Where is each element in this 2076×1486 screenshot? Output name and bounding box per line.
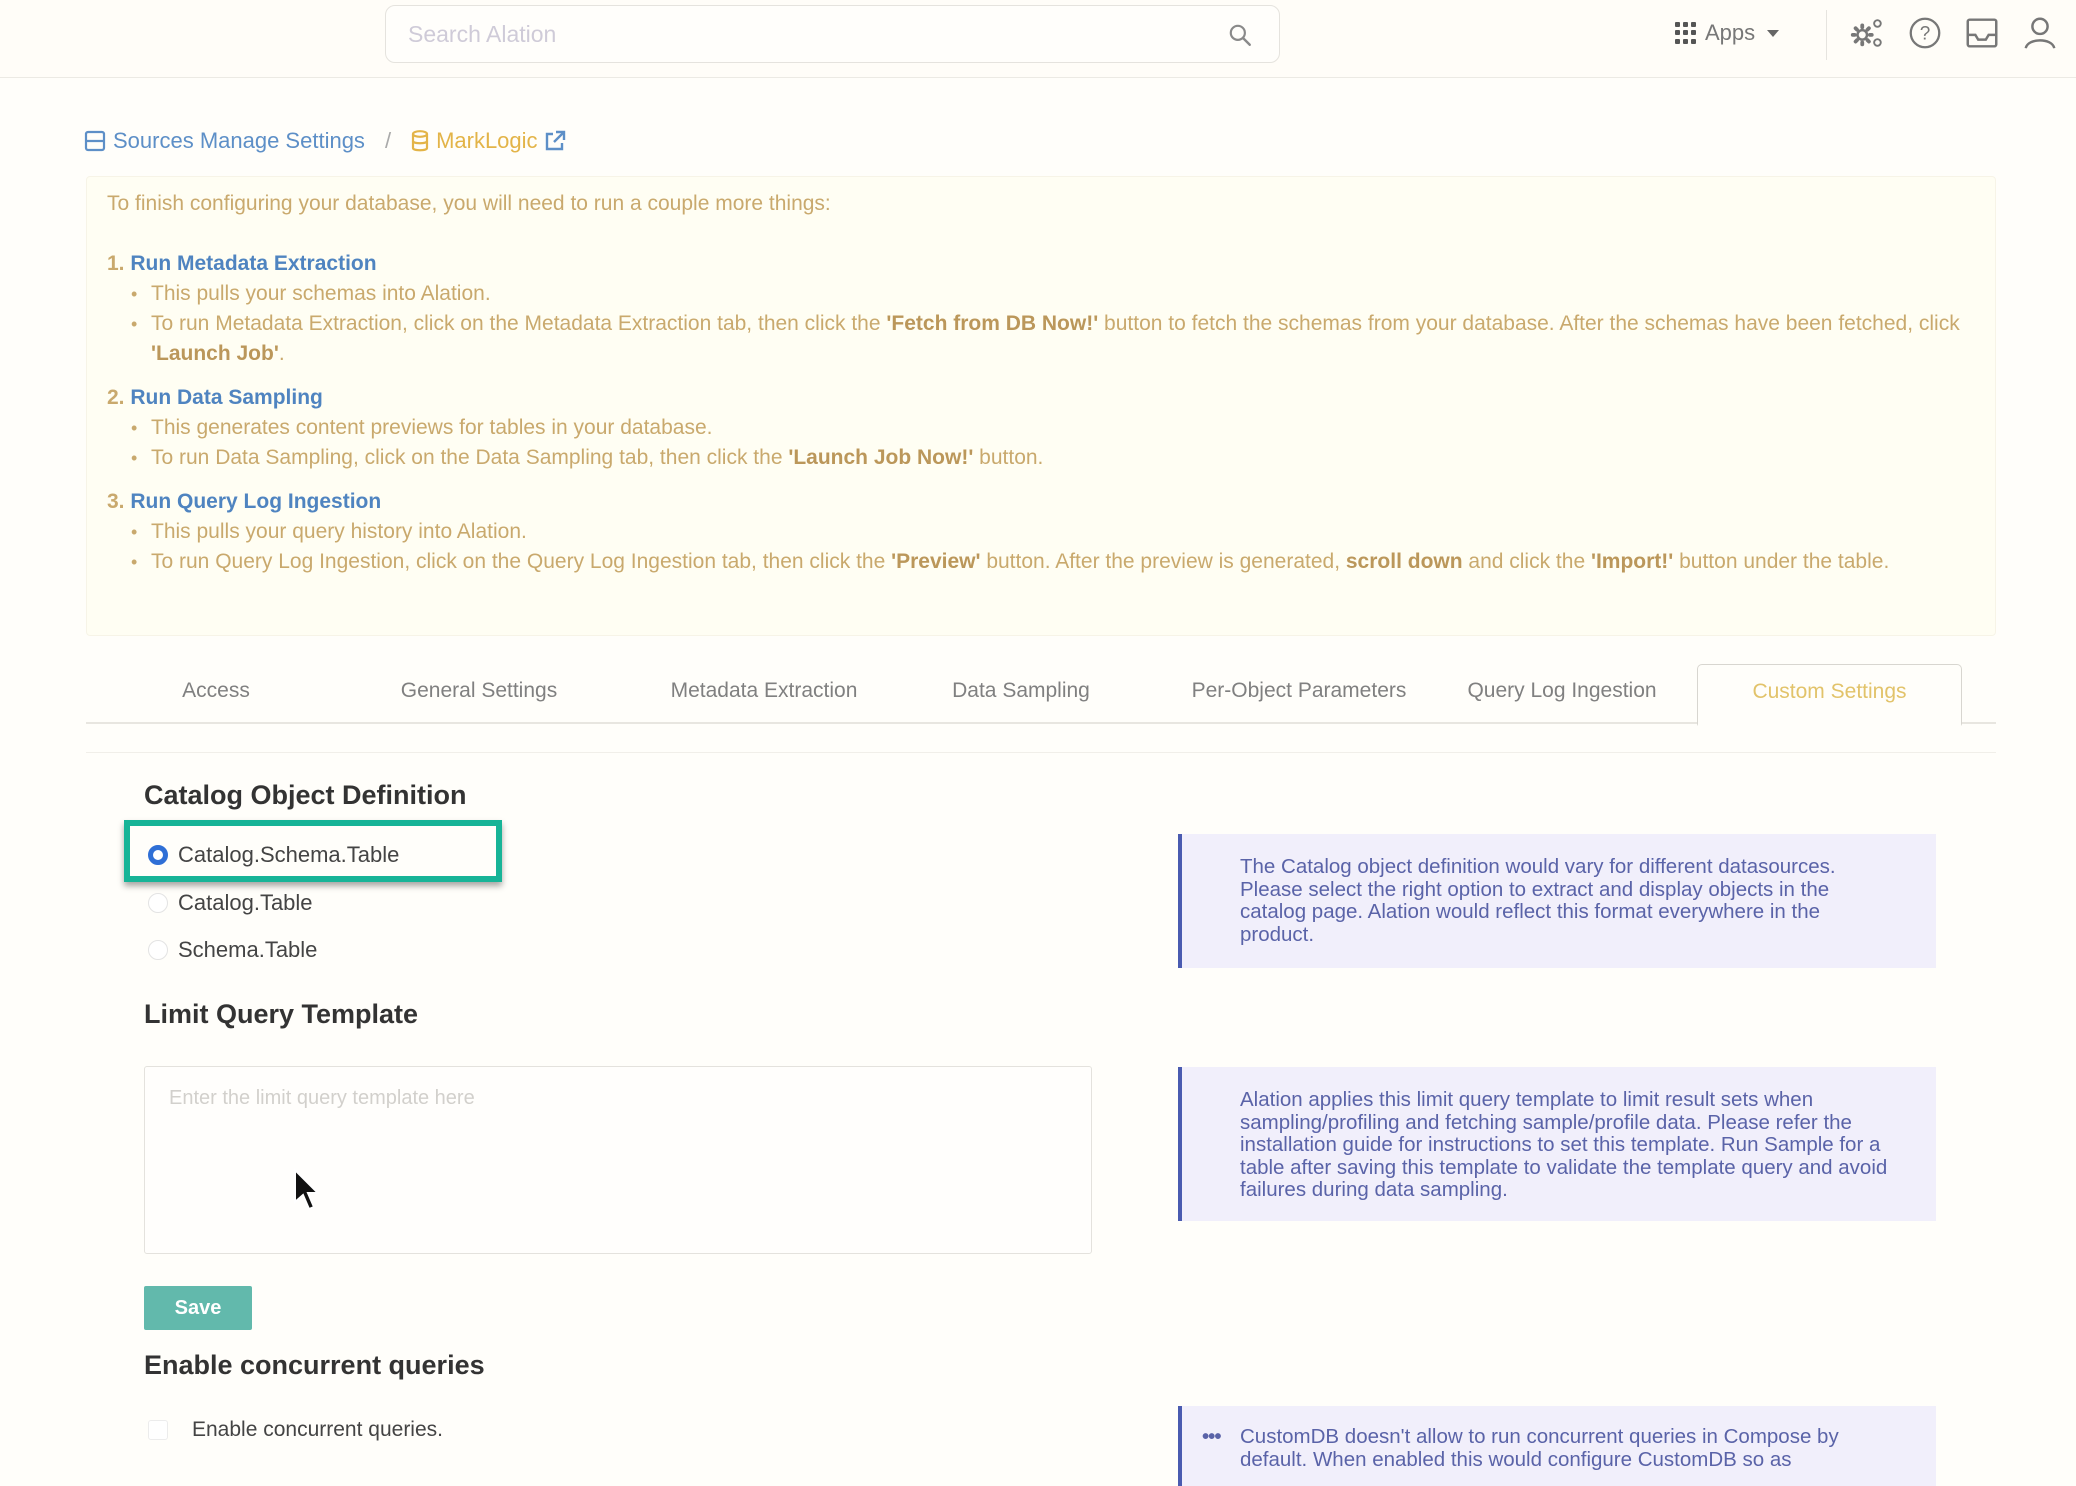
apps-label: Apps	[1705, 20, 1756, 45]
radio-button[interactable]	[148, 893, 168, 913]
step-bullet: To run Metadata Extraction, click on the…	[131, 309, 1975, 369]
radio-button-selected[interactable]	[148, 845, 168, 865]
limit-query-info: Alation applies this limit query templat…	[1178, 1067, 1936, 1221]
checkbox-label: Enable concurrent queries.	[192, 1418, 443, 1441]
tab-data-sampling[interactable]: Data Sampling	[931, 664, 1111, 724]
save-button[interactable]: Save	[144, 1286, 252, 1330]
tab-per-object-parameters[interactable]: Per-Object Parameters	[1174, 664, 1424, 724]
search-input[interactable]	[408, 14, 1208, 54]
instruction-step-title: 3. Run Query Log Ingestion	[107, 487, 1975, 517]
instruction-step-title: 1. Run Metadata Extraction	[107, 249, 1975, 279]
apps-grid-icon	[1675, 22, 1697, 44]
instruction-step: 3. Run Query Log IngestionThis pulls you…	[107, 487, 1975, 577]
radio-schema-table[interactable]: Schema.Table	[148, 937, 317, 963]
tab-custom-settings[interactable]: Custom Settings	[1697, 664, 1962, 726]
step-bullets: This generates content previews for tabl…	[107, 413, 1975, 473]
settings-gears-icon[interactable]	[1848, 14, 1886, 52]
divider	[1826, 10, 1827, 60]
step-title-link[interactable]: Run Metadata Extraction	[130, 252, 376, 275]
concurrent-queries-heading: Enable concurrent queries	[144, 1350, 485, 1380]
instruction-step-title: 2. Run Data Sampling	[107, 383, 1975, 413]
radio-label: Catalog.Schema.Table	[178, 842, 400, 867]
breadcrumb: Sources Manage Settings / MarkLogic	[84, 128, 566, 154]
catalog-definition-heading: Catalog Object Definition	[144, 780, 467, 810]
external-link-icon[interactable]	[544, 130, 566, 152]
mouse-cursor-icon	[294, 1168, 321, 1211]
instruction-steps: 1. Run Metadata ExtractionThis pulls you…	[107, 249, 1975, 577]
breadcrumb-current-label: MarkLogic	[436, 128, 538, 153]
breadcrumb-root-label: Sources Manage Settings	[113, 128, 365, 153]
tab-metadata-extraction[interactable]: Metadata Extraction	[646, 664, 882, 724]
enable-concurrent-queries-checkbox[interactable]	[148, 1420, 168, 1440]
tab-general-settings[interactable]: General Settings	[386, 664, 572, 724]
top-navigation-bar: Apps ?	[0, 0, 2076, 78]
step-bullets: This pulls your schemas into Alation.To …	[107, 279, 1975, 369]
instruction-step: 2. Run Data SamplingThis generates conte…	[107, 383, 1975, 473]
server-icon	[84, 130, 106, 152]
database-icon	[411, 130, 429, 152]
concurrent-info-text: CustomDB doesn't allow to run concurrent…	[1240, 1425, 1839, 1471]
limit-query-heading: Limit Query Template	[144, 999, 419, 1029]
setup-instructions-panel: To finish configuring your database, you…	[86, 176, 1996, 636]
breadcrumb-current-link[interactable]: MarkLogic	[411, 128, 538, 154]
step-title-link[interactable]: Run Query Log Ingestion	[130, 490, 381, 513]
breadcrumb-sources-link[interactable]: Sources Manage Settings	[84, 128, 365, 154]
radio-catalog-table[interactable]: Catalog.Table	[148, 890, 313, 916]
step-title-link[interactable]: Run Data Sampling	[130, 386, 323, 409]
tab-query-log-ingestion[interactable]: Query Log Ingestion	[1452, 664, 1672, 724]
divider	[86, 752, 1996, 753]
search-icon[interactable]	[1227, 22, 1253, 48]
catalog-definition-info: The Catalog object definition would vary…	[1178, 834, 1936, 968]
instructions-intro: To finish configuring your database, you…	[107, 192, 831, 215]
step-number: 3.	[107, 490, 131, 513]
user-icon[interactable]	[2021, 14, 2059, 52]
step-bullet: To run Query Log Ingestion, click on the…	[131, 547, 1975, 577]
chevron-down-icon	[1767, 29, 1780, 37]
step-number: 1.	[107, 252, 131, 275]
concurrent-queries-info: ••• CustomDB doesn't allow to run concur…	[1178, 1406, 1936, 1486]
radio-label: Schema.Table	[178, 937, 318, 962]
tab-access[interactable]: Access	[136, 664, 296, 724]
breadcrumb-separator: /	[384, 128, 392, 153]
step-number: 2.	[107, 386, 131, 409]
step-bullet: This generates content previews for tabl…	[131, 413, 1975, 443]
enable-concurrent-queries-option[interactable]: Enable concurrent queries.	[148, 1418, 443, 1442]
instruction-step: 1. Run Metadata ExtractionThis pulls you…	[107, 249, 1975, 369]
step-bullet: This pulls your query history into Alati…	[131, 517, 1975, 547]
step-bullets: This pulls your query history into Alati…	[107, 517, 1975, 577]
ellipsis-icon: •••	[1202, 1425, 1222, 1448]
radio-catalog-schema-table[interactable]: Catalog.Schema.Table	[148, 842, 399, 868]
settings-tabs: Access General Settings Metadata Extract…	[86, 664, 1996, 726]
svg-text:?: ?	[1920, 24, 1931, 45]
global-search[interactable]	[385, 5, 1280, 63]
limit-query-template-input[interactable]	[144, 1066, 1092, 1254]
apps-menu-button[interactable]: Apps	[1675, 16, 1780, 50]
radio-button[interactable]	[148, 940, 168, 960]
step-bullet: This pulls your schemas into Alation.	[131, 279, 1975, 309]
radio-label: Catalog.Table	[178, 890, 313, 915]
step-bullet: To run Data Sampling, click on the Data …	[131, 443, 1975, 473]
help-circle-icon[interactable]: ?	[1906, 14, 1944, 52]
inbox-icon[interactable]	[1963, 14, 2001, 52]
